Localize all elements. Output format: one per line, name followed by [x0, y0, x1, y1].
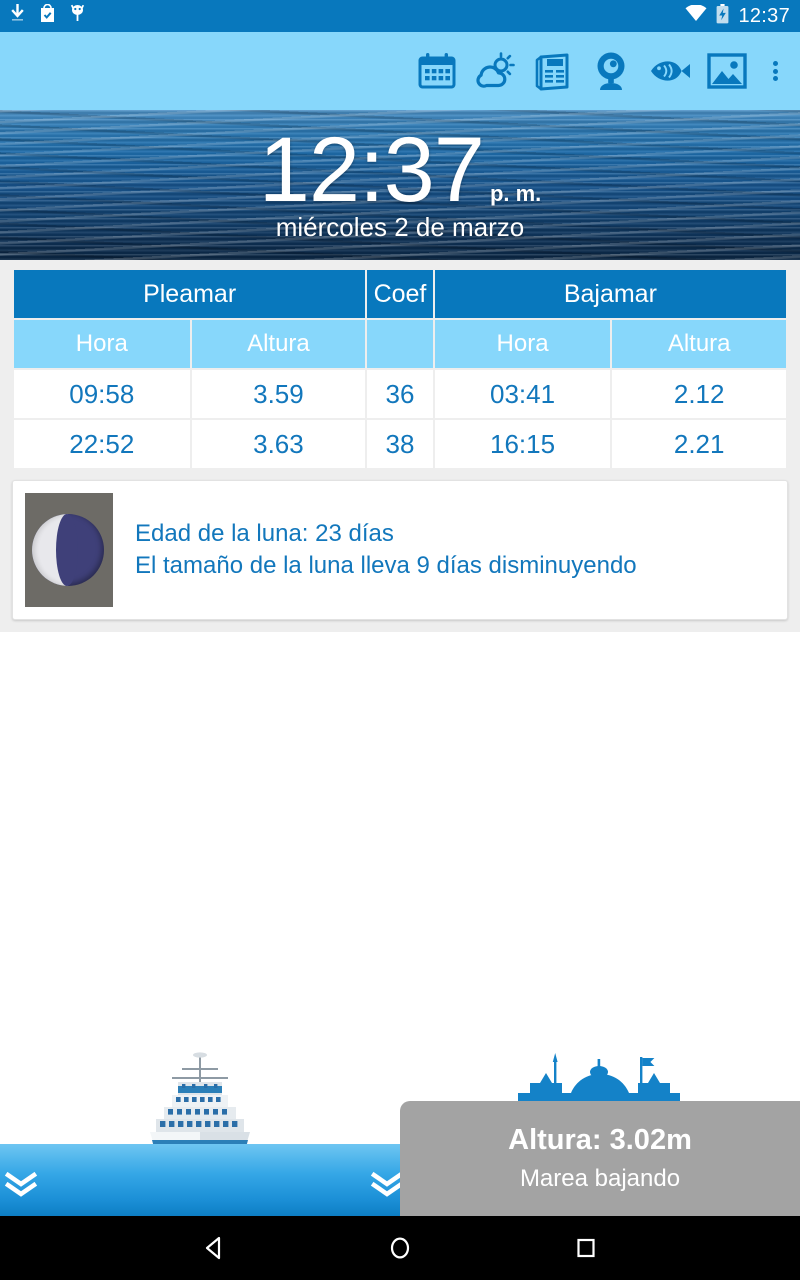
- toast-tide-status: Marea bajando: [519, 1165, 681, 1192]
- table-row: 22:52 3.63 38 16:15 2.21: [14, 420, 786, 468]
- home-button[interactable]: [377, 1225, 423, 1271]
- moon-age-line: Edad de la luna: 23 días: [135, 520, 394, 547]
- tide-table: Pleamar Coef Bajamar Hora Altura Hora Al…: [12, 268, 788, 470]
- cell-bajamar-hora: 03:41: [434, 370, 611, 418]
- overflow-dot: [772, 68, 778, 74]
- double-chevron-down-icon[interactable]: [370, 1170, 404, 1200]
- overflow-dot: [772, 61, 778, 66]
- cell-bajamar-altura: 2.12: [612, 370, 786, 418]
- weather-icon[interactable]: [466, 40, 524, 102]
- cell-pleamar-altura: 3.63: [191, 420, 366, 468]
- moon-card-container: Edad de la luna: 23 días El tamaño de la…: [0, 470, 800, 632]
- subheader-bajamar-hora: Hora: [434, 320, 611, 368]
- cell-coef: 38: [367, 420, 433, 468]
- calendar-icon[interactable]: [408, 40, 466, 102]
- android-status-bar: 12:37: [0, 0, 800, 32]
- moon-trend-line: El tamaño de la luna lleva 9 días dismin…: [135, 552, 637, 579]
- toast-height-value: Altura: 3.02m: [508, 1124, 692, 1156]
- clock-overlay: 12:37 p. m. miércoles 2 de marzo: [0, 110, 800, 260]
- moon-phase-waning-crescent-icon: [25, 493, 113, 607]
- overflow-menu-icon[interactable]: [756, 40, 794, 102]
- battery-charging-icon: [716, 3, 729, 29]
- webcam-icon[interactable]: [582, 40, 640, 102]
- clock-ampm: p. m.: [489, 181, 542, 206]
- clock-date: miércoles 2 de marzo: [275, 212, 525, 242]
- subheader-pleamar-altura: Altura: [191, 320, 366, 368]
- header-bajamar: Bajamar: [434, 270, 786, 318]
- back-button[interactable]: [191, 1225, 237, 1271]
- hero-sea-photo: 12:37 p. m. miércoles 2 de marzo: [0, 110, 800, 260]
- fish-icon[interactable]: [640, 40, 698, 102]
- play-store-check-icon: [39, 3, 56, 28]
- cell-pleamar-hora: 22:52: [14, 420, 190, 468]
- double-chevron-down-icon[interactable]: [4, 1170, 38, 1200]
- cell-pleamar-altura: 3.59: [191, 370, 366, 418]
- android-nav-bar: [0, 1216, 800, 1280]
- cell-bajamar-altura: 2.21: [612, 420, 786, 468]
- table-row: 09:58 3.59 36 03:41 2.12: [14, 370, 786, 418]
- header-pleamar: Pleamar: [14, 270, 366, 318]
- cell-coef: 36: [367, 370, 433, 418]
- table-group-header-row: Pleamar Coef Bajamar: [14, 270, 786, 318]
- cell-bajamar-hora: 16:15: [434, 420, 611, 468]
- moon-card-text: Edad de la luna: 23 días El tamaño de la…: [113, 518, 637, 582]
- photo-gallery-icon[interactable]: [698, 40, 756, 102]
- recents-button[interactable]: [563, 1225, 609, 1271]
- subheader-coef-blank: [367, 320, 433, 368]
- tide-height-toast: Altura: 3.02m Marea bajando: [400, 1101, 800, 1216]
- cell-pleamar-hora: 09:58: [14, 370, 190, 418]
- news-icon[interactable]: [524, 40, 582, 102]
- header-coef: Coef: [367, 270, 433, 318]
- status-bar-left-icons: [10, 2, 85, 28]
- app-toolbar: [0, 32, 800, 110]
- moon-info-card[interactable]: Edad de la luna: 23 días El tamaño de la…: [12, 480, 788, 620]
- clock-time: 12:37: [258, 119, 485, 221]
- tide-table-container: Pleamar Coef Bajamar Hora Altura Hora Al…: [0, 260, 800, 470]
- moon-lit-crescent: [32, 514, 78, 586]
- wifi-icon: [685, 4, 707, 27]
- usb-debug-icon: [70, 4, 85, 28]
- download-icon: [10, 2, 25, 28]
- subheader-bajamar-altura: Altura: [612, 320, 786, 368]
- status-bar-clock: 12:37: [738, 4, 790, 27]
- table-sub-header-row: Hora Altura Hora Altura: [14, 320, 786, 368]
- status-bar-right-icons: 12:37: [685, 3, 790, 29]
- overflow-dot: [772, 76, 778, 81]
- subheader-pleamar-hora: Hora: [14, 320, 190, 368]
